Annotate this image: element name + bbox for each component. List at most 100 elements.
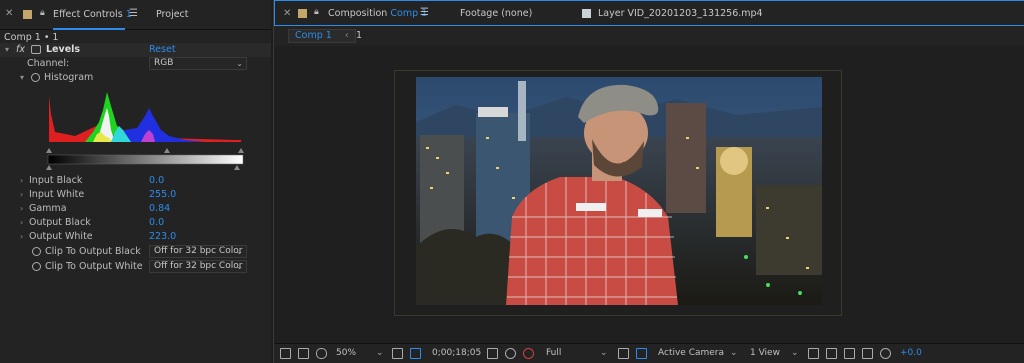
channel-dropdown[interactable]: RGB ⌄ (149, 57, 247, 70)
channel-row: Channel: RGB ⌄ (0, 57, 271, 71)
main-tab-bar: ✕ 🔒︎ Composition Comp 1 ☰ Footage (none)… (274, 0, 1024, 26)
vr-goggles-icon[interactable] (316, 348, 327, 359)
clip-black-row: Clip To Output Black Off for 32 bpc Colo… (0, 245, 271, 259)
clip-white-row: Clip To Output White Off for 32 bpc Colo… (0, 260, 271, 274)
chevron-down-icon[interactable]: ⌄ (600, 348, 608, 358)
chevron-left-icon: ‹ (344, 30, 349, 41)
property-value-input-black[interactable]: 0.0 (149, 174, 164, 188)
property-label: Input White (29, 189, 85, 200)
effect-preset-icon (31, 45, 41, 54)
chevron-right-icon[interactable]: › (20, 230, 23, 244)
histogram-graph (46, 86, 244, 170)
active-tab-indicator (53, 28, 125, 30)
chevron-down-icon: ⌄ (236, 247, 243, 256)
toggle-pixel-aspect-icon[interactable] (808, 348, 819, 359)
effect-header-row[interactable]: ▾ fx Levels Reset (0, 43, 271, 57)
chevron-down-icon: ⌄ (236, 59, 243, 68)
chevron-down-icon: ⌄ (236, 262, 243, 271)
composition-viewer[interactable] (274, 46, 1024, 343)
camera-dropdown[interactable]: Active Camera (658, 348, 724, 358)
mask-visibility-icon[interactable] (410, 348, 421, 359)
tab-effect-controls-label: Effect Controls (53, 9, 123, 20)
property-row-output-white: › Output White 223.0 (0, 230, 271, 244)
histogram-row: ▾ Histogram (0, 71, 271, 85)
color-channels-icon[interactable] (523, 348, 534, 359)
clip-black-value: Off for 32 bpc Color (154, 246, 243, 256)
exposure-value[interactable]: +0.0 (900, 348, 922, 358)
tab-project[interactable]: Project (156, 9, 189, 20)
comp-crumb[interactable]: Comp 1 ‹ (288, 29, 356, 43)
label-color-swatch (298, 9, 307, 18)
comp-crumb-label: Comp 1 (295, 30, 332, 41)
tab-composition[interactable]: Composition Comp 1 (328, 8, 427, 19)
left-tab-bar: ✕ 🔒︎ Effect Controls 1 ☰ Project (0, 0, 271, 30)
viewer-bottom-bar: 50% ⌄ 0;00;18;05 Full ⌄ Active Camera ⌄ … (274, 343, 1024, 363)
histogram-label: Histogram (44, 72, 94, 83)
clip-black-label: Clip To Output Black (45, 246, 141, 257)
clip-white-label: Clip To Output White (45, 261, 143, 272)
stopwatch-icon[interactable] (31, 73, 40, 82)
grid-icon[interactable] (392, 348, 403, 359)
property-label: Input Black (29, 175, 83, 186)
label-color-swatch (23, 10, 32, 19)
timecode-display[interactable]: 0;00;18;05 (432, 348, 481, 358)
property-value-output-white[interactable]: 223.0 (149, 230, 176, 244)
reset-exposure-icon[interactable] (880, 348, 891, 359)
video-frame (416, 77, 822, 305)
view-layout-dropdown[interactable]: 1 View (750, 348, 780, 358)
clip-black-dropdown[interactable]: Off for 32 bpc Color ⌄ (149, 245, 247, 258)
effect-controls-panel: ✕ 🔒︎ Effect Controls 1 ☰ Project Comp 1 … (0, 0, 271, 363)
chevron-down-icon[interactable]: ▾ (20, 71, 24, 85)
panel-menu-icon[interactable]: ☰ (420, 7, 429, 18)
property-value-gamma[interactable]: 0.84 (149, 202, 170, 216)
clip-white-value: Off for 32 bpc Color (154, 261, 243, 271)
close-tab-icon[interactable]: ✕ (283, 8, 291, 19)
clip-white-dropdown[interactable]: Off for 32 bpc Color ⌄ (149, 260, 247, 273)
layer-swatch (582, 9, 591, 18)
timeline-icon[interactable] (844, 348, 855, 359)
property-row-input-white: › Input White 255.0 (0, 188, 271, 202)
channel-value: RGB (154, 58, 174, 68)
resolution-dropdown[interactable]: Full (546, 348, 561, 358)
lock-icon[interactable]: 🔒︎ (40, 8, 45, 18)
chevron-down-icon[interactable]: ⌄ (376, 348, 384, 358)
comp-breadcrumb-bar: Comp 1 ‹ 1 (274, 26, 1024, 46)
chevron-down-icon[interactable]: ⌄ (730, 348, 738, 358)
fx-icon[interactable]: fx (16, 43, 25, 57)
chevron-down-icon[interactable]: ⌄ (791, 348, 799, 358)
effect-name: Levels (46, 44, 81, 55)
chevron-right-icon[interactable]: › (20, 216, 23, 230)
property-label: Output White (29, 231, 93, 242)
stopwatch-icon[interactable] (32, 247, 41, 256)
property-row-gamma: › Gamma 0.84 (0, 202, 271, 216)
property-row-input-black: › Input Black 0.0 (0, 174, 271, 188)
zoom-dropdown[interactable]: 50% (336, 348, 356, 358)
monitor-icon[interactable] (298, 348, 309, 359)
always-preview-icon[interactable] (280, 348, 291, 359)
fast-previews-icon[interactable] (826, 348, 837, 359)
transparency-grid-icon[interactable] (636, 348, 647, 359)
property-value-input-white[interactable]: 255.0 (149, 188, 176, 202)
region-of-interest-icon[interactable] (618, 348, 629, 359)
tab-layer[interactable]: Layer VID_20201203_131256.mp4 (598, 8, 763, 19)
channel-label: Channel: (27, 58, 70, 69)
chevron-right-icon[interactable]: › (20, 202, 23, 216)
property-label: Output Black (29, 217, 91, 228)
comp-crumb-sub[interactable]: 1 (356, 30, 362, 41)
panel-menu-icon[interactable]: ☰ (129, 8, 138, 19)
close-tab-icon[interactable]: ✕ (5, 8, 13, 19)
tab-composition-prefix: Composition (328, 8, 388, 19)
chevron-right-icon[interactable]: › (20, 188, 23, 202)
tab-footage[interactable]: Footage (none) (460, 8, 532, 19)
camera-icon[interactable] (487, 348, 498, 359)
chevron-down-icon[interactable]: ▾ (5, 43, 9, 57)
comp-flowchart-icon[interactable] (862, 348, 873, 359)
property-value-output-black[interactable]: 0.0 (149, 216, 164, 230)
chevron-right-icon[interactable]: › (20, 174, 23, 188)
property-row-output-black: › Output Black 0.0 (0, 216, 271, 230)
tab-effect-controls[interactable]: Effect Controls 1 (53, 9, 132, 20)
lock-icon[interactable]: 🔒︎ (314, 7, 319, 17)
stopwatch-icon[interactable] (32, 262, 41, 271)
reset-button[interactable]: Reset (149, 43, 176, 57)
show-snapshot-icon[interactable] (505, 348, 516, 359)
